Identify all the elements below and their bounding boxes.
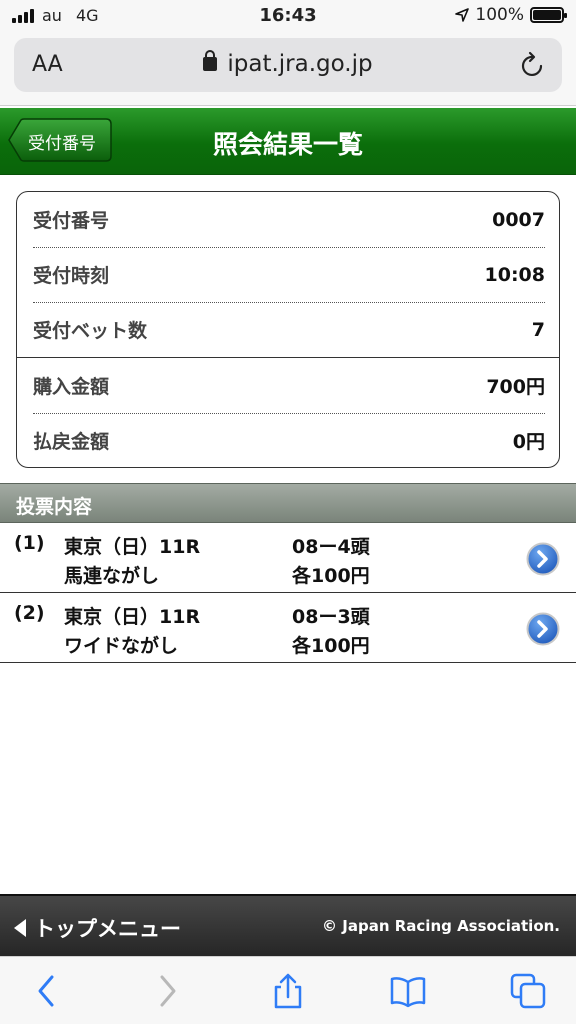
bet-type: 馬連ながし: [64, 565, 160, 587]
receipt-row: 購入金額 700円: [33, 358, 545, 413]
receipt-label: 受付ベット数: [33, 320, 148, 342]
receipt-value: 7: [531, 318, 545, 341]
page-header: 受付番号 照会結果一覧: [0, 108, 576, 175]
url-field[interactable]: ipat.jra.go.jp: [14, 50, 562, 77]
battery-percent: 100%: [475, 5, 524, 25]
lock-icon: [203, 50, 218, 71]
receipt-label: 払戻金額: [33, 431, 110, 453]
chevron-right-icon[interactable]: [526, 612, 560, 646]
share-icon[interactable]: [270, 973, 306, 1009]
receipt-row: 受付時刻 10:08: [33, 247, 545, 302]
section-header: 投票内容: [0, 483, 576, 523]
triangle-left-icon: [14, 919, 26, 937]
page-title: 照会結果一覧: [212, 130, 363, 159]
receipt-row: 払戻金額 0円: [33, 413, 545, 467]
receipt-label: 受付番号: [33, 210, 110, 232]
section-title: 投票内容: [16, 496, 93, 518]
receipt-value: 0円: [512, 431, 545, 453]
receipt-label: 受付時刻: [33, 265, 110, 287]
battery-icon: [530, 7, 567, 23]
bet-amount: 各100円: [292, 635, 370, 657]
address-bar[interactable]: AA ipat.jra.go.jp: [14, 38, 562, 92]
chevron-right-icon[interactable]: [526, 542, 560, 576]
bet-type: ワイドながし: [64, 635, 179, 657]
receipt-row: 受付ベット数 7: [33, 302, 545, 357]
status-bar: au 4G 16:43 100%: [0, 0, 576, 32]
top-menu-link[interactable]: トップメニュー: [14, 913, 181, 943]
copyright-text: © Japan Racing Association.: [322, 917, 560, 935]
browser-address-area: AA ipat.jra.go.jp: [0, 32, 576, 106]
bet-amount: 各100円: [292, 565, 370, 587]
bet-item[interactable]: (2) 東京（日）11R ワイドながし 08ー3頭 各100円: [0, 594, 576, 663]
browser-toolbar: [0, 956, 576, 1024]
bet-number: (2): [14, 602, 45, 624]
bet-race: 東京（日）11R: [64, 606, 201, 628]
back-arrow-icon[interactable]: [30, 973, 66, 1009]
forward-arrow-icon[interactable]: [148, 973, 184, 1009]
bet-horses: 08ー3頭: [292, 606, 370, 628]
bet-race: 東京（日）11R: [64, 536, 201, 558]
bookmarks-icon[interactable]: [390, 973, 426, 1009]
reload-icon[interactable]: [520, 51, 546, 79]
top-menu-label: トップメニュー: [34, 917, 181, 941]
receipt-label: 購入金額: [33, 376, 110, 398]
bet-item[interactable]: (1) 東京（日）11R 馬連ながし 08ー4頭 各100円: [0, 524, 576, 593]
receipt-value: 10:08: [484, 263, 545, 286]
url-text: ipat.jra.go.jp: [227, 51, 373, 77]
location-arrow-icon: [455, 8, 470, 22]
bet-horses: 08ー4頭: [292, 536, 370, 558]
receipt-summary: 受付番号 0007 受付時刻 10:08 受付ベット数 7 購入金額 700円 …: [16, 191, 560, 468]
footer-bar: トップメニュー © Japan Racing Association.: [0, 894, 576, 956]
tabs-icon[interactable]: [510, 973, 546, 1009]
receipt-value: 700円: [486, 376, 545, 398]
receipt-value: 0007: [492, 208, 545, 231]
receipt-row: 受付番号 0007: [33, 192, 545, 247]
bet-number: (1): [14, 532, 45, 554]
